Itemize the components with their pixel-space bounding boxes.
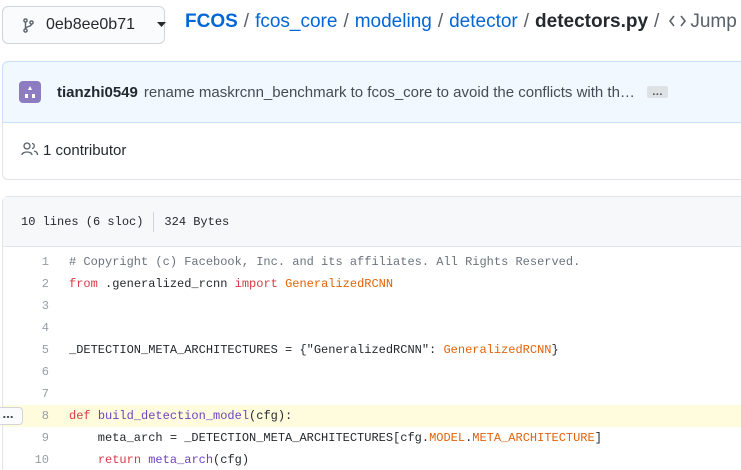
line-actions-button[interactable]: … xyxy=(0,407,23,425)
breadcrumb-link-modeling[interactable]: modeling xyxy=(355,11,432,33)
latest-commit-box: tianzhi0549 rename maskrcnn_benchmark to… xyxy=(2,61,741,123)
jump-to-button[interactable]: Jump to xyxy=(669,11,741,33)
line-number[interactable]: 6 xyxy=(3,365,49,379)
code-line: 3 xyxy=(3,295,741,317)
code-line: 4 xyxy=(3,317,741,339)
jump-to-label: Jump to xyxy=(690,11,741,32)
caret-down-icon xyxy=(156,22,166,28)
code-line: 10 return meta_arch(cfg) xyxy=(3,449,741,470)
breadcrumb-repo-link[interactable]: FCOS xyxy=(185,11,238,33)
line-number[interactable]: 2 xyxy=(3,277,49,291)
code-line: 1 # Copyright (c) Facebook, Inc. and its… xyxy=(3,251,741,273)
line-number[interactable]: 3 xyxy=(3,299,49,313)
breadcrumb: FCOS / fcos_core / modeling / detector /… xyxy=(185,8,741,36)
line-number[interactable]: 10 xyxy=(3,453,49,467)
code-line: 2 from .generalized_rcnn import Generali… xyxy=(3,273,741,295)
breadcrumb-separator: / xyxy=(437,11,444,32)
file-header: 10 lines (6 sloc) 324 Bytes xyxy=(3,197,741,247)
avatar[interactable] xyxy=(19,81,41,103)
contributors-box: 1 contributor xyxy=(2,122,741,180)
code-line-highlighted: … 8 def build_detection_model(cfg): xyxy=(0,405,741,427)
line-content: return meta_arch(cfg) xyxy=(97,453,250,467)
line-content: from .generalized_rcnn import Generalize… xyxy=(69,277,394,291)
line-number[interactable]: 9 xyxy=(3,431,49,445)
breadcrumb-current-file: detectors.py xyxy=(535,11,649,32)
breadcrumb-link-detector[interactable]: detector xyxy=(449,11,518,33)
code-line: 9 meta_arch = _DETECTION_META_ARCHITECTU… xyxy=(3,427,741,449)
code-line: 6 xyxy=(3,361,741,383)
branch-name: 0eb8ee0b71 xyxy=(46,16,135,33)
code-line: 7 xyxy=(3,383,741,405)
file-line-count: 10 lines (6 sloc) xyxy=(21,214,144,229)
line-number[interactable]: 4 xyxy=(3,321,49,335)
file-size: 324 Bytes xyxy=(164,214,230,229)
divider xyxy=(153,211,155,232)
file-viewer: 10 lines (6 sloc) 324 Bytes 1 # Copyrigh… xyxy=(0,196,741,470)
line-number[interactable]: 1 xyxy=(3,255,49,269)
line-number[interactable]: 5 xyxy=(3,343,49,357)
breadcrumb-separator: / xyxy=(523,11,530,32)
people-icon xyxy=(21,141,43,160)
line-content: _DETECTION_META_ARCHITECTURES = {"Genera… xyxy=(69,343,559,357)
code-line: 5 _DETECTION_META_ARCHITECTURES = {"Gene… xyxy=(3,339,741,361)
code-icon xyxy=(669,11,687,33)
code-view: 1 # Copyright (c) Facebook, Inc. and its… xyxy=(0,251,741,470)
breadcrumb-separator: / xyxy=(243,11,250,32)
commit-author-link[interactable]: tianzhi0549 xyxy=(57,84,138,101)
breadcrumb-link-fcos-core[interactable]: fcos_core xyxy=(255,11,337,33)
breadcrumb-separator: / xyxy=(343,11,349,32)
line-content: meta_arch = _DETECTION_META_ARCHITECTURE… xyxy=(69,431,602,445)
contributors-count-link[interactable]: 1 contributor xyxy=(43,142,126,159)
line-number[interactable]: 7 xyxy=(3,387,49,401)
git-branch-icon xyxy=(23,17,34,33)
branch-selector-button[interactable]: 0eb8ee0b71 xyxy=(2,6,166,44)
line-content: def build_detection_model(cfg): xyxy=(69,409,293,423)
line-content: # Copyright (c) Facebook, Inc. and its a… xyxy=(69,255,581,269)
commit-message-link[interactable]: rename maskrcnn_benchmark to fcos_core t… xyxy=(144,84,641,101)
commit-expand-button[interactable]: … xyxy=(646,86,668,98)
breadcrumb-separator: / xyxy=(654,11,660,32)
